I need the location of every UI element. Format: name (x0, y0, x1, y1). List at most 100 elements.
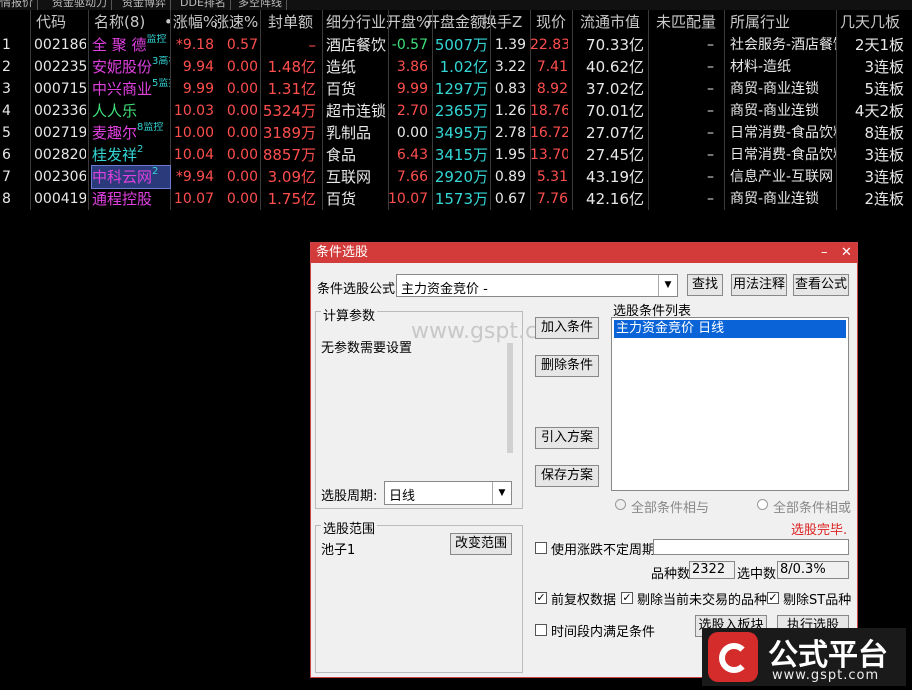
cell-open-pct: 6.43 (396, 147, 428, 163)
chevron-down-icon[interactable]: ▼ (658, 275, 677, 296)
col-header-speed[interactable]: 涨速% (214, 10, 258, 34)
stock-name: 安妮股份 (92, 58, 153, 76)
exclude-st-label: 剔除ST品种 (783, 593, 852, 608)
col-header-market-cap[interactable]: 流通市值 (580, 10, 640, 34)
condition-list-item[interactable]: 主力资金竞价 日线 (614, 320, 846, 338)
rights-checkbox[interactable]: ✓ (535, 592, 547, 604)
exclude-st-checkbox[interactable]: ✓ (767, 592, 779, 604)
cell-industry: 日常消费-食品饮料 (730, 125, 836, 141)
hit-value: 8/0.3% (780, 562, 826, 577)
exclude-notrade-checkbox[interactable]: ✓ (621, 592, 633, 604)
table-row[interactable]: 1 002186 全 聚 德监控 *9.18 0.57– 酒店餐饮 -0.57 5007万 1.… (0, 34, 912, 56)
exclude-notrade-label: 剔除当前未交易的品种 (637, 593, 768, 608)
cell-code: 002186 (34, 37, 86, 53)
cell-code: 000715 (34, 81, 86, 97)
cell-subind: 超市连锁 (326, 102, 386, 120)
minimize-icon[interactable]: – (821, 243, 828, 263)
cell-idx: 1 (2, 37, 11, 53)
table-row[interactable]: 3 000715 中兴商业5监控 9.99 0.00 1.31亿百货 9.99 1297万 0.… (0, 78, 912, 100)
import-plan-button[interactable]: 引入方案 (535, 427, 599, 449)
cell-unmatched: – (707, 103, 714, 119)
cell-price: 5.31 (536, 169, 568, 185)
cell-price: 13.70 (530, 147, 568, 163)
save-plan-button[interactable]: 保存方案 (535, 465, 599, 487)
cell-idx: 7 (2, 169, 11, 185)
scrollbar[interactable] (507, 343, 513, 453)
cell-turnover: 0.83 (494, 81, 526, 97)
cell-seal: 3.09亿 (267, 168, 316, 186)
cell-pct: 10.00 (173, 125, 214, 141)
hit-label: 选中数 (737, 567, 777, 582)
stock-tag-badge: 监控 (146, 34, 167, 45)
col-header-industry[interactable]: 所属行业 (730, 10, 790, 34)
cell-name: 中兴商业5监控 (92, 78, 170, 100)
cell-open-amt: 1573万 (434, 190, 488, 208)
cell-pct: 10.03 (173, 103, 214, 119)
formula-select[interactable]: 主力资金竞价 - ▼ (396, 274, 678, 297)
cell-seal: 1.48亿 (267, 58, 316, 76)
cell-mcap: 70.01亿 (586, 102, 644, 120)
tab-dde-rank[interactable]: DDE排名 (176, 0, 231, 10)
rights-label: 前复权数据 (551, 593, 617, 608)
condition-list[interactable]: 主力资金竞价 日线 (611, 317, 849, 491)
tab-fund-game[interactable]: 资金博弈 (118, 0, 171, 10)
usage-notes-button[interactable]: 用法注释 (731, 274, 787, 296)
change-scope-button[interactable]: 改变范围 (450, 533, 512, 555)
table-row[interactable]: 2 002235 安妮股份3高视 9.94 0.00 1.48亿造纸 3.86 1.02亿 3.… (0, 56, 912, 78)
cell-unmatched: – (707, 125, 714, 141)
cell-idx: 5 (2, 125, 11, 141)
cell-mcap: 27.07亿 (586, 124, 644, 142)
timerange-checkbox[interactable] (535, 624, 547, 636)
cell-pct: 9.94 (182, 59, 214, 75)
table-row[interactable]: 5 002719 麦趣尔8监控 10.00 0.00 3189万 乳制品 0.00 3495万 2… (0, 122, 912, 144)
col-header-turnover[interactable]: 换手Z (482, 10, 528, 34)
cell-speed: 0.00 (226, 81, 258, 97)
table-row[interactable]: 4 002336 人人乐 10.03 0.00 5324万 超市连锁 2.70 2365万 1.2… (0, 100, 912, 122)
col-header-seal[interactable]: 封单额 (268, 10, 313, 34)
col-header-subindustry[interactable]: 细分行业 (326, 10, 386, 34)
cell-seal: 3189万 (262, 124, 316, 142)
radio-and[interactable] (615, 499, 626, 510)
close-icon[interactable]: ✕ (841, 243, 852, 263)
find-button[interactable]: 查找 (687, 274, 723, 296)
cell-price: 22.83 (530, 37, 568, 53)
col-header-name[interactable]: 名称(8) (94, 10, 145, 34)
col-header-boards[interactable]: 几天几板 (840, 10, 900, 34)
cell-seal: 1.31亿 (267, 80, 316, 98)
table-row[interactable]: 6 002820 桂发祥2 10.04 0.00 8857万 食品 6.43 3415万 1.95… (0, 144, 912, 166)
cell-open-pct: 7.66 (396, 169, 428, 185)
col-header-price[interactable]: 现价 (536, 10, 566, 34)
radio-or[interactable] (757, 499, 768, 510)
col-header-unmatched[interactable]: 未匹配量 (656, 10, 716, 34)
cell-open-amt: 2920万 (434, 168, 488, 186)
chevron-down-icon[interactable]: ▼ (492, 482, 511, 504)
add-condition-button[interactable]: 加入条件 (535, 317, 599, 339)
cell-idx: 3 (2, 81, 11, 97)
stock-name: 中科云网 (92, 168, 153, 186)
stock-name: 通程控股 (92, 190, 153, 208)
table-row[interactable]: 8 000419 通程控股 10.07 0.00 1.75亿 百货 10.07 1573万 0.6… (0, 188, 912, 210)
tab-quote[interactable]: 情报价 (0, 0, 38, 10)
cell-seal: – (308, 36, 317, 54)
delete-condition-button[interactable]: 删除条件 (535, 355, 599, 377)
stock-name: 人人乐 (92, 102, 138, 120)
cell-industry: 信息产业-互联网 (730, 169, 834, 185)
dialog-titlebar[interactable]: 条件选股 – ✕ (311, 243, 857, 263)
tab-bull-bear[interactable]: 多空阵线 (234, 0, 287, 10)
period-select[interactable]: 日线 ▼ (384, 481, 512, 505)
stock-screener-dialog: 条件选股 – ✕ 条件选股公式 主力资金竞价 - ▼ 查找 用法注释 查看公式 … (310, 242, 858, 678)
cell-mcap: 42.16亿 (586, 190, 644, 208)
table-row[interactable]: 7 002306 中科云网2 *9.94 0.00 3.09亿 互联网 7.66 2920万 0.… (0, 165, 912, 189)
tab-fund-drive[interactable]: 资金驱动力 (48, 0, 112, 10)
cell-industry: 商贸-商业连锁 (730, 191, 820, 207)
use-period-checkbox[interactable] (535, 542, 547, 554)
cell-seal: 8857万 (262, 146, 316, 164)
col-header-pct[interactable]: •涨幅% (164, 10, 217, 34)
period-input[interactable] (653, 539, 849, 555)
cell-turnover: 2.78 (494, 125, 526, 141)
stock-tag-badge: 2 (137, 144, 144, 155)
cell-name: 麦趣尔8监控 (92, 122, 170, 144)
col-header-code[interactable]: 代码 (36, 10, 66, 34)
cell-idx: 4 (2, 103, 11, 119)
view-formula-button[interactable]: 查看公式 (793, 274, 849, 296)
